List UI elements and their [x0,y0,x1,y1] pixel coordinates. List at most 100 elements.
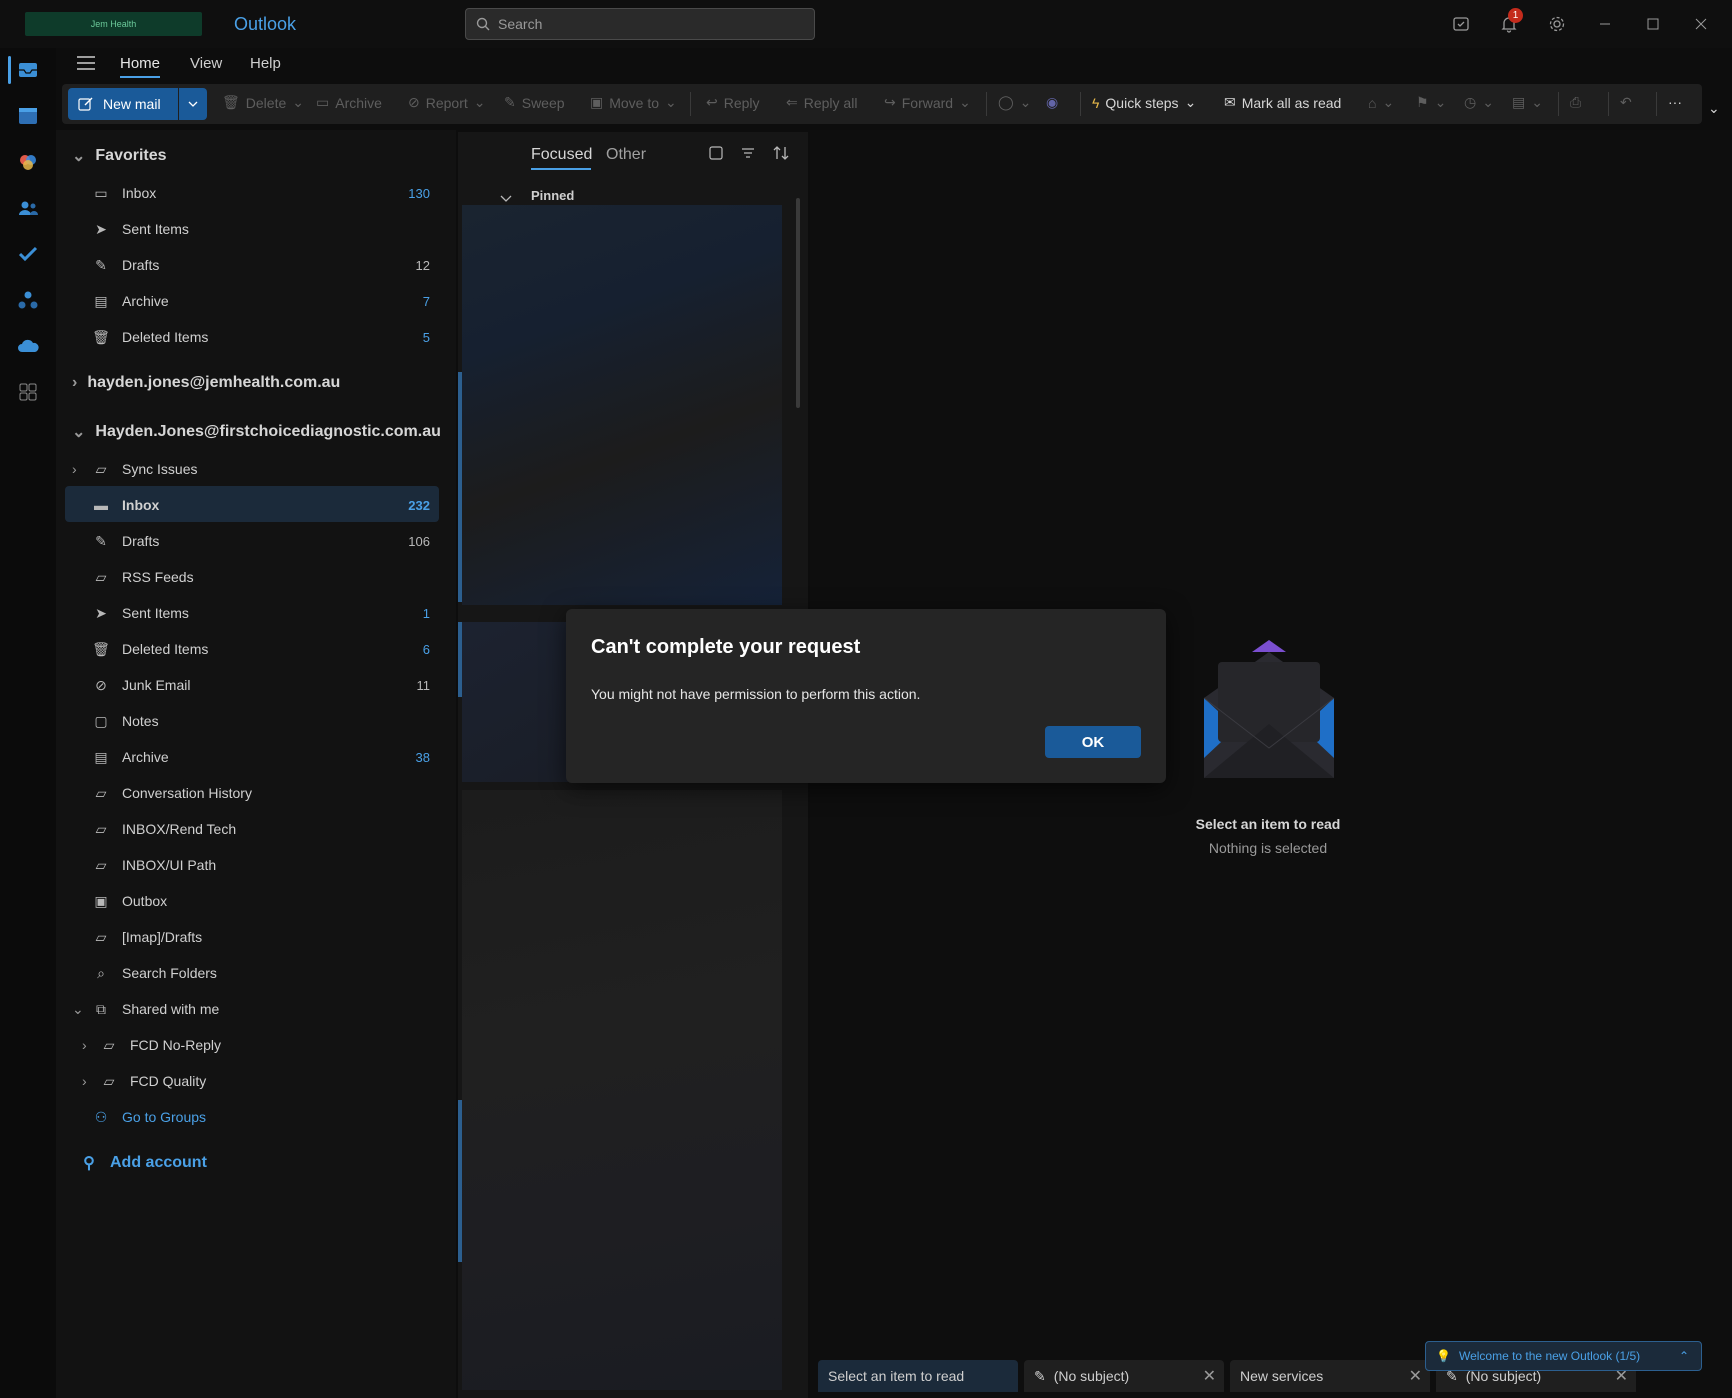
folder-inbox-ui-path[interactable]: ▱ INBOX/UI Path [90,848,440,882]
tab-focused[interactable]: Focused [531,146,592,164]
favorites-item-drafts[interactable]: ✎ Drafts 12 [90,248,440,282]
archive-icon: ▭ [316,94,330,110]
message-list-item[interactable] [462,790,782,1390]
folder-outbox[interactable]: ▣ Outbox [90,884,440,918]
sweep-button[interactable]: ✎ Sweep [504,94,565,111]
org-explorer-icon[interactable] [16,288,40,312]
teams-button[interactable]: ◉ [1046,94,1058,111]
quick-steps-button[interactable]: ϟ Quick steps ⌄ [1092,94,1196,111]
copilot-icon[interactable] [16,150,40,174]
folder-archive[interactable]: ▤ Archive 38 [90,740,440,774]
folder-deleted-items[interactable]: 🗑 Deleted Items 6 [90,632,440,666]
folder-inbox-rend-tech[interactable]: ▱ INBOX/Rend Tech [90,812,440,846]
search-input[interactable]: Search [465,8,815,40]
forward-button[interactable]: ↪ Forward ⌄ [884,94,971,111]
archive-button[interactable]: ▭ Archive [316,94,382,111]
go-to-groups-link[interactable]: ⚇ Go to Groups [90,1100,440,1134]
welcome-label: Welcome to the new Outlook (1/5) [1458,1349,1641,1363]
reply-button[interactable]: ↩ Reply [706,94,760,111]
folder-label: Sent Items [122,221,189,237]
undo-button[interactable]: ↶ [1620,94,1632,111]
shared-fcd-quality[interactable]: › ▱ FCD Quality [82,1064,432,1098]
folder-junk-email[interactable]: ⊘ Junk Email 11 [90,668,440,702]
favorites-header[interactable]: ⌄ Favorites [72,146,167,166]
minimize-icon[interactable] [1593,12,1617,36]
close-icon[interactable]: ✕ [1409,1366,1422,1386]
folder-drafts[interactable]: ✎ Drafts 106 [90,524,440,558]
gear-icon[interactable] [1545,12,1569,36]
hamburger-menu-icon[interactable] [76,55,96,73]
folder-label: Inbox [122,497,160,513]
chat-reply-button[interactable]: ◯ ⌄ [998,94,1031,111]
close-icon[interactable] [1689,12,1713,36]
new-mail-button[interactable]: New mail [68,88,178,120]
unread-count: 11 [416,677,431,693]
add-account-link[interactable]: ⚲ Add account [78,1146,428,1180]
mark-all-read-button[interactable]: ✉ Mark all as read [1224,94,1341,111]
more-options-button[interactable]: ··· [1668,94,1682,110]
teams-icon: ◉ [1046,94,1059,110]
folder-sent-items[interactable]: ➤ Sent Items 1 [90,596,440,630]
filter-icon[interactable] [740,145,756,166]
favorites-item-deleted[interactable]: 🗑 Deleted Items 5 [90,320,440,354]
tag-button[interactable]: ⌂ ⌄ [1368,94,1394,111]
sort-icon[interactable] [772,145,790,166]
bottom-tab-new-services[interactable]: New services ✕ [1230,1360,1430,1392]
print-button[interactable]: ⎙ [1570,94,1581,111]
chevron-down-icon: ⌄ [1019,94,1032,110]
folder-search-folders[interactable]: ⌕ Search Folders [90,956,440,990]
more-apps-icon[interactable] [16,380,40,404]
tab-help[interactable]: Help [250,55,281,72]
calendar-icon[interactable] [16,104,40,128]
welcome-tour-banner[interactable]: 💡 Welcome to the new Outlook (1/5) ⌃ [1425,1341,1702,1371]
favorites-item-inbox[interactable]: ▭ Inbox 130 [90,176,440,210]
pinned-group-header[interactable]: Pinned [531,188,574,203]
people-icon[interactable] [16,196,40,220]
folder-conversation-history[interactable]: ▱ Conversation History [90,776,440,810]
tab-other[interactable]: Other [606,146,646,164]
account-firstchoice[interactable]: ⌄ Hayden.Jones@firstchoicediagnostic.com… [72,422,441,442]
folder-notes[interactable]: ▢ Notes [90,704,440,738]
report-button[interactable]: ⊘ Report ⌄ [408,94,486,111]
tab-view[interactable]: View [190,55,222,72]
unread-count: 130 [408,185,430,201]
chevron-up-icon[interactable]: ⌃ [1679,1349,1689,1363]
bottom-tab-label: (No subject) [1053,1368,1130,1384]
rules-icon: ▤ [1512,94,1526,110]
folder-rss-feeds[interactable]: ▱ RSS Feeds [90,560,440,594]
trash-icon: 🗑 [92,328,110,345]
mail-icon[interactable] [16,58,40,82]
rules-button[interactable]: ▤ ⌄ [1512,94,1543,111]
favorites-item-archive[interactable]: ▤ Archive 7 [90,284,440,318]
shared-fcd-no-reply[interactable]: › ▱ FCD No-Reply [82,1028,432,1062]
tab-home[interactable]: Home [120,55,160,72]
my-day-icon[interactable] [1449,12,1473,36]
snooze-button[interactable]: ◷ ⌄ [1464,94,1494,111]
folder-inbox[interactable]: ▬ Inbox 232 [90,488,440,522]
maximize-icon[interactable] [1641,12,1665,36]
bottom-tab-reading[interactable]: Select an item to read [818,1360,1018,1392]
delete-button[interactable]: 🗑 Delete ⌄ [222,94,304,111]
folder-sync-issues[interactable]: › ▱ Sync Issues [72,452,422,486]
favorites-item-sent[interactable]: ➤ Sent Items [90,212,440,246]
close-icon[interactable]: ✕ [1203,1366,1216,1386]
reply-all-button[interactable]: ⇐ Reply all [786,94,857,111]
chevron-right-icon: › [72,461,77,477]
account-jemhealth[interactable]: › hayden.jones@jemhealth.com.au [72,374,340,392]
send-icon: ➤ [95,604,107,621]
ok-button[interactable]: OK [1045,726,1141,758]
folder-label: FCD Quality [130,1073,207,1089]
folder-imap-drafts[interactable]: ▱ [Imap]/Drafts [90,920,440,954]
move-to-button[interactable]: ▣ Move to ⌄ [590,94,677,111]
onedrive-icon[interactable] [16,334,40,358]
tab-focused-underline [531,168,591,170]
message-list-item[interactable] [462,205,782,605]
message-list-scrollbar[interactable] [796,198,800,408]
shared-with-me-header[interactable]: ⌄ ⧉ Shared with me [72,992,422,1026]
new-mail-dropdown[interactable] [179,88,207,120]
flag-button[interactable]: ⚑ ⌄ [1416,94,1446,111]
select-mode-icon[interactable] [708,145,724,166]
todo-icon[interactable] [16,242,40,266]
collapse-ribbon-button[interactable]: ⌄ [1708,100,1720,117]
bottom-tab-draft-1[interactable]: ✎ (No subject) ✕ [1024,1360,1224,1392]
